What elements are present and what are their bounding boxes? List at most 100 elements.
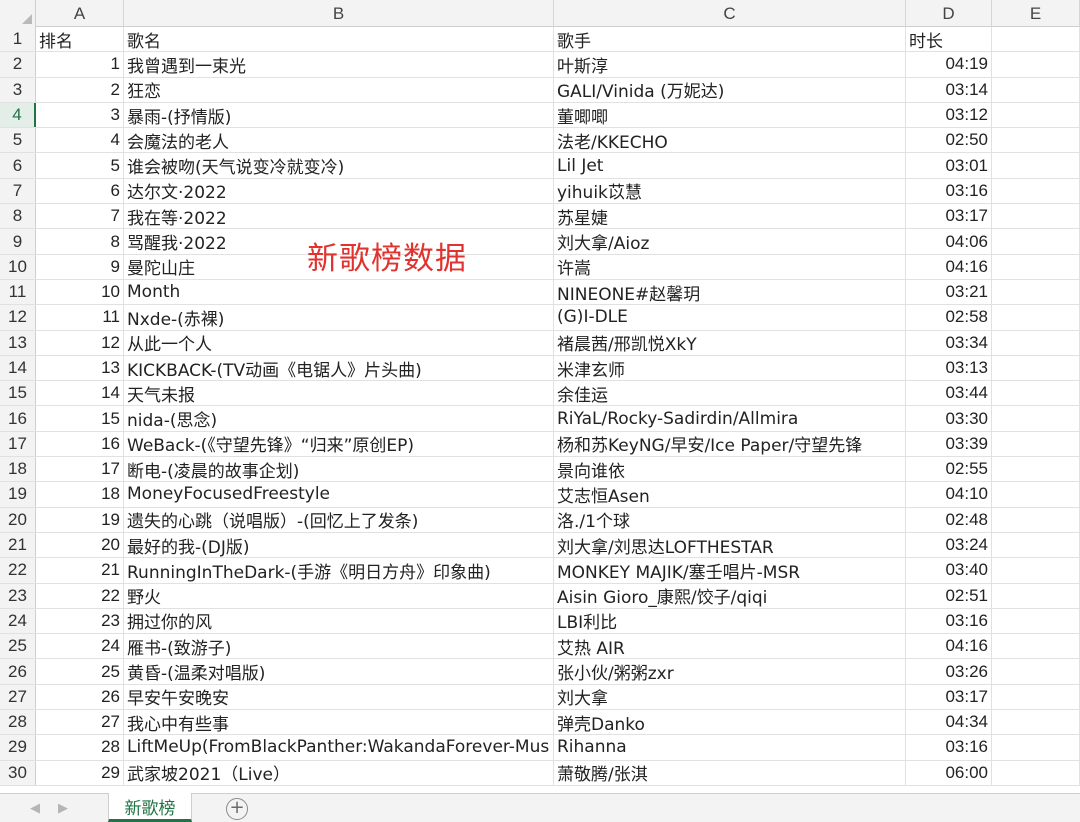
row-header[interactable]: 8 — [0, 204, 36, 229]
cell-artist[interactable]: 弹壳Danko — [554, 710, 906, 735]
cell-empty[interactable] — [992, 684, 1080, 710]
cell-empty[interactable] — [992, 760, 1080, 785]
row-header[interactable]: 11 — [0, 279, 36, 305]
cell-empty[interactable] — [992, 558, 1080, 583]
cell-duration[interactable]: 03:01 — [906, 153, 992, 178]
cell-song[interactable]: 拥过你的风 — [124, 608, 554, 633]
column-header-b[interactable]: B — [124, 0, 554, 27]
cell-rank[interactable]: 7 — [36, 204, 124, 229]
cell-song[interactable]: 雁书-(致游子) — [124, 634, 554, 659]
row-header[interactable]: 22 — [0, 558, 36, 583]
cell-artist[interactable]: 景向谁依 — [554, 457, 906, 482]
column-header-a[interactable]: A — [36, 0, 124, 27]
cell-empty[interactable] — [992, 153, 1080, 178]
cell-empty[interactable] — [992, 27, 1080, 52]
cell-empty[interactable] — [992, 52, 1080, 77]
cell-empty[interactable] — [992, 710, 1080, 735]
cell-rank[interactable]: 4 — [36, 128, 124, 153]
column-header-d[interactable]: D — [906, 0, 992, 27]
cell-rank[interactable]: 14 — [36, 381, 124, 406]
cell-empty[interactable] — [992, 330, 1080, 355]
row-header[interactable]: 13 — [0, 330, 36, 355]
cell-rank[interactable]: 5 — [36, 153, 124, 178]
row-header[interactable]: 7 — [0, 178, 36, 204]
row-header[interactable]: 1 — [0, 27, 36, 52]
cell-rank[interactable]: 10 — [36, 279, 124, 305]
cell-rank[interactable]: 11 — [36, 305, 124, 330]
row-header[interactable]: 20 — [0, 507, 36, 532]
row-header[interactable]: 14 — [0, 355, 36, 381]
cell-artist[interactable]: 杨和苏KeyNG/早安/Ice Paper/守望先锋 — [554, 431, 906, 457]
row-header[interactable]: 6 — [0, 153, 36, 178]
cell-rank[interactable]: 25 — [36, 659, 124, 684]
cell-empty[interactable] — [992, 178, 1080, 204]
cell-song[interactable]: 暴雨-(抒情版) — [124, 102, 554, 128]
cell-rank[interactable]: 6 — [36, 178, 124, 204]
cell-song[interactable]: 狂恋 — [124, 77, 554, 102]
cell-empty[interactable] — [992, 457, 1080, 482]
cell-song[interactable]: LiftMeUp(FromBlackPanther:WakandaForever… — [124, 735, 554, 760]
row-header[interactable]: 16 — [0, 406, 36, 431]
cell-duration[interactable]: 03:16 — [906, 608, 992, 634]
cell-artist[interactable]: 董唧唧 — [554, 102, 906, 128]
cell-rank[interactable]: 26 — [36, 684, 124, 710]
cell-duration[interactable]: 03:13 — [906, 355, 992, 381]
cell-rank[interactable]: 12 — [36, 330, 124, 355]
row-header[interactable]: 3 — [0, 77, 36, 102]
cell-song[interactable]: 断电-(凌晨的故事企划) — [124, 457, 554, 482]
cell-header-song[interactable]: 歌名 — [124, 27, 554, 52]
cell-song[interactable]: 黄昏-(温柔对唱版) — [124, 659, 554, 684]
cell-duration[interactable]: 03:17 — [906, 204, 992, 229]
cell-artist[interactable]: 米津玄师 — [554, 355, 906, 381]
cell-empty[interactable] — [992, 355, 1080, 381]
cell-duration[interactable]: 04:10 — [906, 482, 992, 507]
cell-artist[interactable]: 刘大拿/刘思达LOFTHESTAR — [554, 532, 906, 558]
cell-song[interactable]: 早安午安晚安 — [124, 684, 554, 709]
cell-rank[interactable]: 28 — [36, 735, 124, 760]
cell-duration[interactable]: 02:58 — [906, 305, 992, 330]
cell-header-rank[interactable]: 排名 — [36, 27, 124, 52]
row-header[interactable]: 24 — [0, 608, 36, 634]
cell-duration[interactable]: 04:16 — [906, 634, 992, 659]
cell-empty[interactable] — [992, 381, 1080, 406]
cell-artist[interactable]: MONKEY MAJIK/塞壬唱片-MSR — [554, 558, 906, 583]
row-header[interactable]: 28 — [0, 710, 36, 735]
cell-rank[interactable]: 15 — [36, 406, 124, 431]
cell-song[interactable]: 武家坡2021（Live） — [124, 760, 554, 785]
cell-duration[interactable]: 03:26 — [906, 659, 992, 684]
cell-song[interactable]: WeBack-(《守望先锋》“归来”原创EP) — [124, 431, 554, 456]
column-header-e[interactable]: E — [992, 0, 1080, 27]
cell-duration[interactable]: 02:48 — [906, 507, 992, 532]
cell-rank[interactable]: 21 — [36, 558, 124, 583]
cell-song[interactable]: 会魔法的老人 — [124, 128, 554, 153]
cell-duration[interactable]: 04:16 — [906, 254, 992, 279]
cell-empty[interactable] — [992, 77, 1080, 102]
cell-song[interactable]: 从此一个人 — [124, 330, 554, 355]
cell-duration[interactable]: 03:40 — [906, 558, 992, 583]
cell-song[interactable]: 野火 — [124, 583, 554, 608]
cell-empty[interactable] — [992, 532, 1080, 558]
cell-song[interactable]: 遗失的心跳（说唱版）-(回忆上了发条) — [124, 507, 554, 532]
cell-song[interactable]: 天气未报 — [124, 381, 554, 406]
cell-header-duration[interactable]: 时长 — [906, 27, 992, 52]
row-header[interactable]: 27 — [0, 684, 36, 710]
row-header[interactable]: 18 — [0, 457, 36, 482]
row-header[interactable]: 26 — [0, 659, 36, 684]
cell-empty[interactable] — [992, 507, 1080, 532]
cell-song[interactable]: Nxde-(赤裸) — [124, 305, 554, 330]
cell-duration[interactable]: 03:44 — [906, 381, 992, 406]
cell-artist[interactable]: 张小伙/粥粥zxr — [554, 659, 906, 684]
cell-empty[interactable] — [992, 634, 1080, 659]
cell-artist[interactable]: 苏星婕 — [554, 204, 906, 229]
row-header[interactable]: 30 — [0, 760, 36, 785]
cell-rank[interactable]: 13 — [36, 355, 124, 381]
row-header[interactable]: 15 — [0, 381, 36, 406]
cell-artist[interactable]: RiYaL/Rocky-Sadirdin/Allmira — [554, 406, 906, 431]
cell-empty[interactable] — [992, 735, 1080, 760]
row-header[interactable]: 19 — [0, 482, 36, 507]
cell-duration[interactable]: 03:24 — [906, 532, 992, 558]
cell-song[interactable]: 我在等·2022 — [124, 204, 554, 229]
cell-duration[interactable]: 03:34 — [906, 330, 992, 355]
cell-empty[interactable] — [992, 406, 1080, 431]
row-header[interactable]: 25 — [0, 634, 36, 659]
